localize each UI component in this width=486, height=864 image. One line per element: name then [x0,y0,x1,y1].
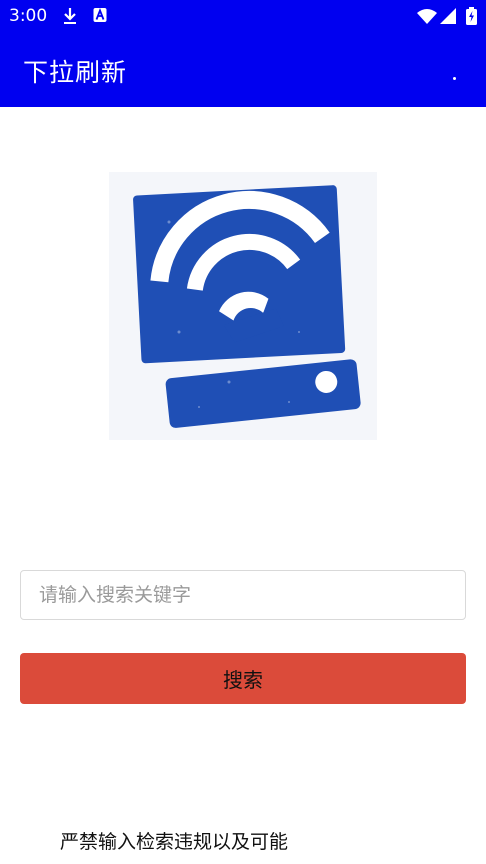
signal-icon [440,8,456,24]
status-time: 3:00 [9,6,48,26]
translate-a-icon [93,8,107,22]
overflow-menu-icon[interactable] [453,77,456,80]
footer-notice: 严禁输入检索违规以及可能 [60,831,289,853]
download-icon [64,8,76,24]
wifi-icon [417,9,437,24]
status-bar: 3:00 [0,0,486,33]
wifi-hard-drive-logo [109,172,377,440]
app-title: 下拉刷新 [23,58,128,87]
search-button[interactable]: 搜索 [20,653,466,704]
battery-charging-icon [466,7,477,25]
search-input[interactable] [20,570,466,620]
app-bar: 下拉刷新 [0,33,486,107]
